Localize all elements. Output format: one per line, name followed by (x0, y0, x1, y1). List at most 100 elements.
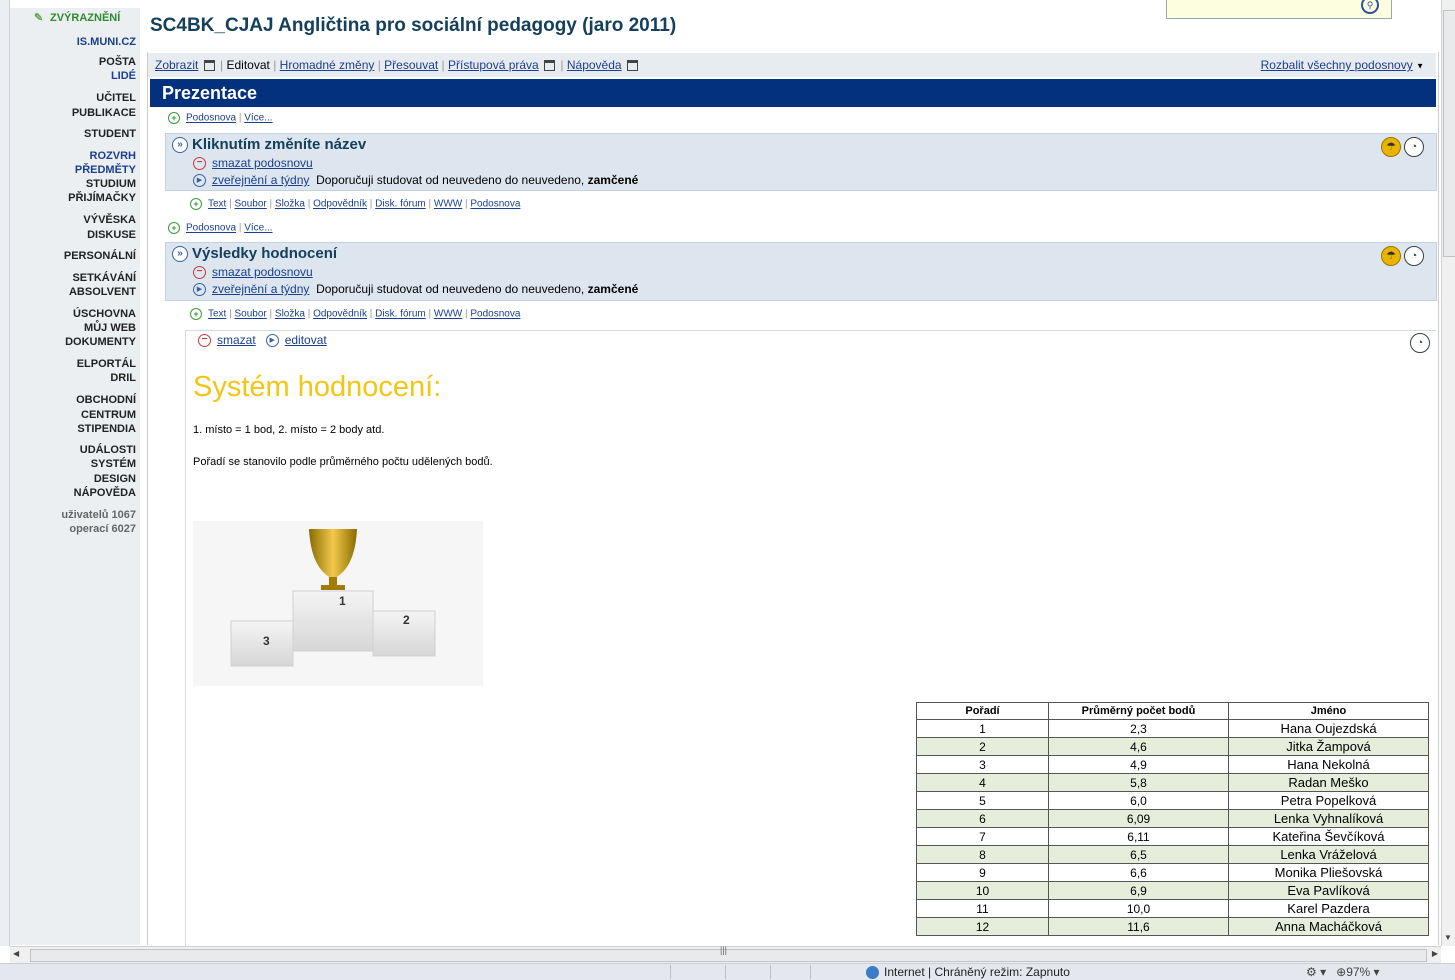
clock-icon[interactable]: ◔ (1404, 137, 1424, 157)
is-muni-logo-link[interactable]: IS.MUNI.CZ (77, 36, 136, 48)
subsection-1-header[interactable]: » Kliknutím změníte název (172, 136, 366, 154)
vertical-scroll-thumb[interactable] (1443, 10, 1455, 257)
subsection-2: » Výsledky hodnocení ☂ ◔ − smazat podosnovu… (165, 242, 1437, 301)
add-www[interactable]: WWW (434, 199, 462, 210)
nav-studium[interactable]: STUDIUM (86, 178, 136, 190)
add-forum[interactable]: Disk. fórum (375, 199, 426, 210)
vertical-scrollbar[interactable]: ▼ (1441, 0, 1455, 946)
delete-link[interactable]: smazat (217, 333, 256, 347)
popup-icon[interactable] (626, 60, 638, 72)
delete-subsection-link[interactable]: smazat podosnovu (212, 156, 313, 170)
nav-dokumenty[interactable]: DOKUMENTY (65, 336, 136, 348)
menu-pristupova-prava[interactable]: Přístupová práva (448, 58, 539, 72)
nav-lide[interactable]: LIDÉ (111, 70, 136, 82)
recommend-text: Doporučuji studovat od neuvedeno do neuv… (316, 282, 585, 296)
lock-settings-icon[interactable]: ☂ (1381, 137, 1401, 157)
add-forum[interactable]: Disk. fórum (375, 309, 426, 320)
subsection-2-title[interactable]: Výsledky hodnocení (192, 245, 337, 262)
highlight-link[interactable]: ✎ ZVÝRAZNĚNÍ (34, 11, 120, 24)
expand-double-chevron-icon[interactable]: » (172, 137, 188, 154)
add-text[interactable]: Text (208, 309, 226, 320)
minus-icon[interactable]: − (193, 157, 206, 171)
add-folder[interactable]: Složka (275, 309, 305, 320)
publish-weeks-link[interactable]: zveřejnění a týdny (212, 173, 309, 187)
add-content-row-1: + Text | Soubor | Složka | Odpovědník | D… (190, 198, 520, 210)
expand-double-chevron-icon[interactable]: » (172, 246, 188, 263)
add-text[interactable]: Text (208, 199, 226, 210)
nav-napoveda[interactable]: NÁPOVĚDA (74, 487, 136, 499)
add-www[interactable]: WWW (434, 309, 462, 320)
add-file[interactable]: Soubor (235, 199, 267, 210)
horizontal-scroll-thumb[interactable] (30, 949, 1427, 962)
nav-posta[interactable]: POŠTA (99, 56, 136, 68)
nav-stipendia[interactable]: STIPENDIA (77, 423, 136, 435)
scroll-right-arrow-icon[interactable]: ▶ (1432, 949, 1438, 958)
nav-vyveska[interactable]: VÝVĚSKA (83, 214, 136, 226)
search-field[interactable]: ⚲ (1166, 0, 1392, 19)
nav-rozvrh[interactable]: ROZVRH (90, 150, 136, 162)
popup-icon[interactable] (544, 60, 556, 72)
plus-icon[interactable]: + (190, 308, 202, 320)
add-file[interactable]: Soubor (235, 309, 267, 320)
status-divider (810, 965, 811, 979)
nav-design[interactable]: DESIGN (94, 473, 136, 485)
lock-settings-icon[interactable]: ☂ (1381, 246, 1401, 266)
nav-system[interactable]: SYSTÉM (91, 458, 136, 470)
nav-elportal[interactable]: ELPORTÁL (77, 358, 136, 370)
add-subsection[interactable]: Podosnova (470, 199, 520, 210)
plus-icon[interactable]: + (190, 198, 202, 210)
nav-predmety[interactable]: PŘEDMĚTY (75, 164, 136, 176)
play-icon[interactable]: ▶ (193, 174, 206, 188)
delete-subsection-link[interactable]: smazat podosnovu (212, 265, 313, 279)
add-quiz[interactable]: Odpovědník (313, 309, 367, 320)
subsection-1-title[interactable]: Kliknutím změníte název (192, 136, 366, 153)
clock-icon[interactable]: ◔ (1410, 333, 1430, 353)
add-quiz[interactable]: Odpovědník (313, 199, 367, 210)
add-folder[interactable]: Složka (275, 199, 305, 210)
menu-zobrazit[interactable]: Zobrazit (155, 58, 198, 72)
link-podosnova[interactable]: Podosnova (186, 223, 236, 234)
publish-weeks-link[interactable]: zveřejnění a týdny (212, 282, 309, 296)
menu-presouvat[interactable]: Přesouvat (384, 58, 438, 72)
nav-ucitel[interactable]: UČITEL (96, 92, 136, 104)
security-zone[interactable]: Internet | Chráněný režim: Zapnuto (866, 965, 1070, 980)
minus-icon[interactable]: − (198, 334, 211, 348)
nav-diskuse[interactable]: DISKUSE (87, 229, 136, 241)
average-points-cell: 2,3 (1048, 719, 1229, 738)
scroll-down-arrow-icon[interactable]: ▼ (1444, 933, 1452, 942)
menu-napoveda[interactable]: Nápověda (567, 58, 622, 72)
expand-all-link[interactable]: Rozbalit všechny podosnovy (1261, 58, 1413, 72)
scroll-left-arrow-icon[interactable]: ◀ (13, 949, 19, 958)
play-icon[interactable]: ▶ (265, 334, 279, 348)
zoom-control[interactable]: ⚙ ▾ ⊕97% ▾ (1306, 965, 1380, 979)
minus-icon[interactable]: − (193, 266, 206, 280)
subsection-2-header[interactable]: » Výsledky hodnocení (172, 245, 337, 263)
edit-link[interactable]: editovat (285, 333, 327, 347)
clock-icon[interactable]: ◔ (1404, 246, 1424, 266)
nav-personalni[interactable]: PERSONÁLNÍ (64, 250, 136, 262)
popup-icon[interactable] (203, 60, 215, 72)
podium-label-2: 2 (403, 613, 410, 627)
plus-icon[interactable]: + (168, 222, 180, 234)
nav-obchodni[interactable]: OBCHODNÍ (76, 394, 136, 406)
link-vice[interactable]: Více... (244, 223, 272, 234)
play-icon[interactable]: ▶ (193, 283, 206, 297)
plus-icon[interactable]: + (168, 112, 180, 124)
status-divider (770, 965, 771, 979)
nav-student[interactable]: STUDENT (84, 128, 136, 140)
add-subsection[interactable]: Podosnova (470, 309, 520, 320)
nav-setkavani[interactable]: SETKÁVÁNÍ (72, 272, 136, 284)
nav-centrum[interactable]: CENTRUM (81, 409, 136, 421)
link-podosnova[interactable]: Podosnova (186, 113, 236, 124)
nav-publikace[interactable]: PUBLIKACE (72, 107, 136, 119)
nav-muj-web[interactable]: MŮJ WEB (84, 322, 136, 334)
nav-udalosti[interactable]: UDÁLOSTI (80, 444, 136, 456)
nav-dril[interactable]: DRIL (110, 372, 136, 384)
nav-prijimacky[interactable]: PŘIJÍMAČKY (68, 192, 136, 204)
menu-hromadne-zmeny[interactable]: Hromadné změny (280, 58, 375, 72)
horizontal-scrollbar[interactable]: ◀ ||| ▶ (10, 945, 1441, 963)
nav-uschovna[interactable]: ÚSCHOVNA (73, 308, 136, 320)
nav-absolvent[interactable]: ABSOLVENT (69, 286, 136, 298)
link-vice[interactable]: Více... (244, 113, 272, 124)
search-icon[interactable]: ⚲ (1361, 0, 1379, 14)
